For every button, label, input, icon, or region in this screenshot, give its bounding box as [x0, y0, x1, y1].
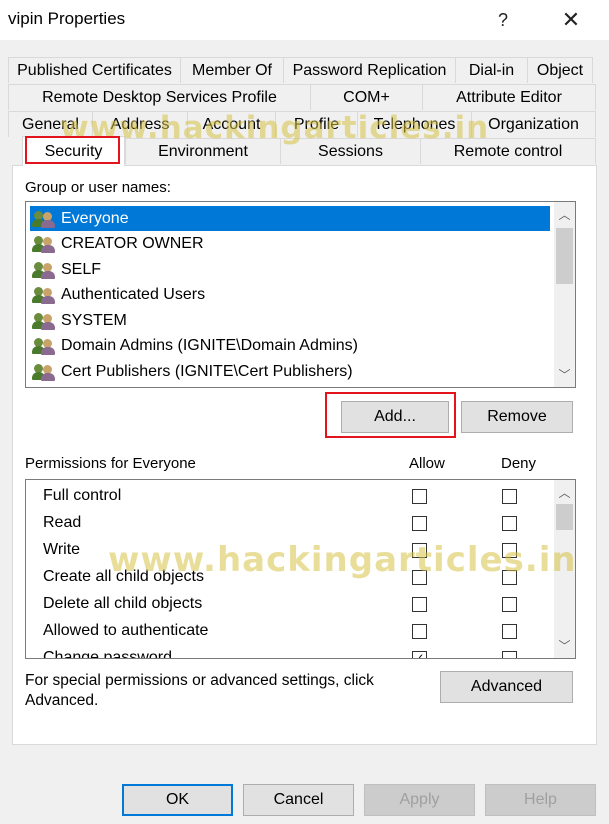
scroll-up-icon[interactable]: ︿ [554, 482, 575, 503]
list-item-label: CREATOR OWNER [61, 235, 204, 252]
title-bar: vipin Properties ? ✕ [0, 0, 609, 40]
users-group-icon [32, 285, 58, 305]
users-group-icon [32, 209, 58, 229]
allow-header: Allow [409, 455, 445, 472]
list-item-label: SYSTEM [61, 311, 127, 329]
list-item-label: SELF [61, 260, 102, 278]
tab-organization[interactable]: Organization [471, 111, 596, 137]
group-user-listbox[interactable]: Everyone CREATOR OWNER SELF Authenticate… [25, 201, 576, 388]
watermark: www.hackingarticles.in [60, 110, 490, 146]
users-group-icon [32, 234, 58, 254]
tab-member-of[interactable]: Member Of [180, 57, 283, 83]
deny-header: Deny [501, 455, 537, 472]
scroll-thumb[interactable] [556, 228, 573, 284]
permission-row: Read [26, 511, 554, 538]
permission-name: Allowed to authenticate [43, 622, 209, 639]
list-item-label: Domain Admins (IGNITE\Domain Admins) [61, 337, 358, 354]
deny-checkbox[interactable] [502, 624, 517, 639]
list-item[interactable]: Everyone [30, 206, 550, 231]
deny-checkbox[interactable] [502, 516, 517, 531]
tab-attribute-editor[interactable]: Attribute Editor [422, 84, 596, 110]
users-group-icon [32, 362, 58, 382]
group-names-label: Group or user names: [25, 179, 171, 196]
deny-checkbox[interactable] [502, 597, 517, 612]
allow-checkbox[interactable] [412, 624, 427, 639]
scroll-thumb[interactable] [556, 504, 573, 530]
close-icon[interactable]: ✕ [548, 4, 594, 36]
allow-checkbox[interactable] [412, 597, 427, 612]
deny-checkbox[interactable] [502, 489, 517, 504]
tab-object[interactable]: Object [527, 57, 593, 83]
scroll-down-icon[interactable]: ﹀ [554, 364, 575, 385]
scroll-down-icon[interactable]: ﹀ [554, 635, 575, 656]
permission-name: Change password [43, 649, 172, 659]
help-button[interactable]: Help [485, 784, 596, 816]
cancel-button[interactable]: Cancel [243, 784, 354, 816]
permission-row: Change password ✓ [26, 646, 554, 659]
list-item-label: Everyone [61, 209, 129, 227]
allow-checkbox[interactable] [412, 489, 427, 504]
watermark: www.hackingarticles.in [108, 540, 577, 580]
list-item-label: Authenticated Users [61, 286, 206, 303]
users-group-icon [32, 311, 58, 331]
permission-row: Full control [26, 484, 554, 511]
tab-com-plus[interactable]: COM+ [310, 84, 422, 110]
permissions-label: Permissions for Everyone [25, 455, 196, 472]
groups-scrollbar[interactable]: ︿ ﹀ [554, 202, 575, 387]
tab-remote-desktop-services-profile[interactable]: Remote Desktop Services Profile [8, 84, 310, 110]
tab-dial-in[interactable]: Dial-in [455, 57, 527, 83]
tab-published-certificates[interactable]: Published Certificates [8, 57, 180, 83]
list-item-label: Cert Publishers (IGNITE\Cert Publishers) [61, 362, 353, 380]
deny-checkbox[interactable] [502, 651, 517, 658]
permission-name: Delete all child objects [43, 595, 203, 612]
scroll-up-icon[interactable]: ︿ [554, 204, 575, 225]
special-permissions-text-2: Advanced. [25, 692, 99, 709]
special-permissions-text: For special permissions or advanced sett… [25, 672, 374, 689]
tab-password-replication[interactable]: Password Replication [283, 57, 455, 83]
ok-button[interactable]: OK [122, 784, 233, 816]
permission-row: Delete all child objects [26, 592, 554, 619]
list-item[interactable]: SYSTEM [30, 308, 550, 333]
list-item[interactable]: Cert Publishers (IGNITE\Cert Publishers) [30, 359, 550, 384]
users-group-icon [32, 336, 58, 356]
list-item[interactable]: SELF [30, 257, 550, 282]
window-title: vipin Properties [8, 9, 126, 28]
help-icon[interactable]: ? [480, 4, 526, 36]
permission-name: Full control [43, 487, 122, 504]
list-item[interactable]: CREATOR OWNER [30, 232, 550, 257]
allow-checkbox-checked[interactable]: ✓ [412, 651, 427, 658]
advanced-button[interactable]: Advanced [440, 671, 573, 703]
add-button[interactable]: Add... [341, 401, 449, 433]
apply-button[interactable]: Apply [364, 784, 475, 816]
permission-name: Read [43, 514, 82, 531]
list-item[interactable]: Domain Admins (IGNITE\Domain Admins) [30, 334, 550, 359]
permission-name: Write [43, 541, 81, 558]
users-group-icon [32, 260, 58, 280]
list-item[interactable]: Authenticated Users [30, 283, 550, 308]
permission-row: Allowed to authenticate [26, 619, 554, 646]
allow-checkbox[interactable] [412, 516, 427, 531]
remove-button[interactable]: Remove [461, 401, 573, 433]
